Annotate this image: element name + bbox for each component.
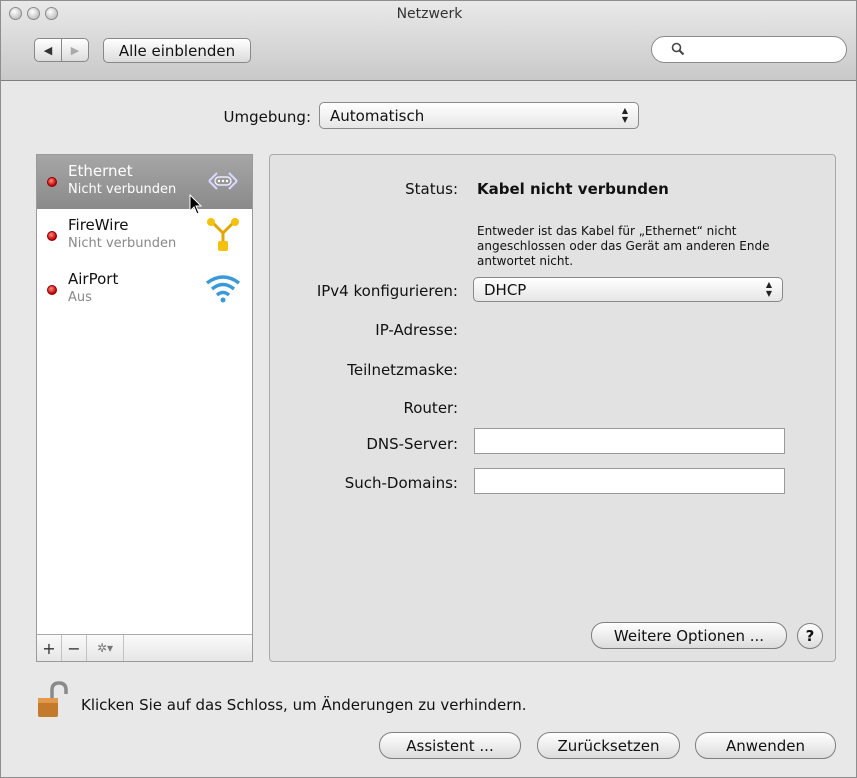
ip-address-label: IP-Adresse: — [375, 321, 458, 339]
back-arrow-icon: ◀ — [43, 43, 53, 57]
wifi-icon — [205, 275, 241, 303]
forward-button[interactable]: ▶ — [61, 38, 89, 62]
show-all-button[interactable]: Alle einblenden — [103, 38, 251, 63]
ipv4-value: DHCP — [484, 281, 527, 299]
dns-server-field[interactable] — [474, 428, 785, 454]
service-status: Aus — [68, 290, 92, 305]
assistant-button[interactable]: Assistent ... — [379, 732, 521, 759]
service-item-firewire[interactable]: FireWire Nicht verbunden — [37, 209, 252, 263]
remove-service-button[interactable]: − — [62, 635, 87, 661]
status-value: Kabel nicht verbunden — [477, 180, 669, 198]
apply-button[interactable]: Anwenden — [695, 732, 836, 759]
ethernet-icon — [208, 172, 238, 190]
router-label: Router: — [403, 399, 459, 417]
service-list: Ethernet Nicht verbunden FireWire Nicht … — [36, 154, 253, 662]
forward-arrow-icon: ▶ — [70, 43, 80, 57]
location-label: Umgebung: — [223, 108, 311, 126]
service-name: AirPort — [68, 270, 119, 288]
action-menu-button[interactable]: ✲▾ — [87, 635, 124, 661]
minus-icon: − — [67, 638, 81, 658]
service-item-ethernet[interactable]: Ethernet Nicht verbunden — [37, 155, 252, 209]
dns-server-label: DNS-Server: — [366, 435, 458, 453]
service-list-toolbar: + − ✲▾ — [37, 634, 252, 661]
gear-icon: ✲▾ — [96, 641, 114, 655]
search-field[interactable] — [651, 36, 847, 63]
revert-button[interactable]: Zurücksetzen — [537, 732, 680, 759]
service-status: Nicht verbunden — [68, 182, 177, 197]
add-service-button[interactable]: + — [37, 635, 62, 661]
firewire-icon — [207, 218, 239, 251]
status-dot-icon — [47, 231, 57, 241]
location-select[interactable]: Automatisch ▲ ▼ — [319, 102, 639, 129]
lock-message: Klicken Sie auf das Schloss, um Änderung… — [81, 696, 527, 714]
location-value: Automatisch — [330, 107, 425, 125]
service-name: FireWire — [68, 216, 129, 234]
ipv4-configure-select[interactable]: DHCP ▲ ▼ — [473, 277, 783, 302]
search-domains-label: Such-Domains: — [344, 474, 458, 492]
status-label: Status: — [405, 180, 458, 198]
ipv4-label: IPv4 konfigurieren: — [316, 282, 458, 300]
mouse-cursor-icon — [189, 194, 203, 215]
service-item-airport[interactable]: AirPort Aus — [37, 263, 252, 317]
back-button[interactable]: ◀ — [34, 38, 62, 62]
lock-icon[interactable] — [36, 681, 70, 719]
more-options-button[interactable]: Weitere Optionen ... — [591, 622, 787, 649]
status-dot-icon — [47, 177, 57, 187]
search-icon — [671, 42, 685, 56]
title-bar: Netzwerk ◀ ▶ Alle einblenden — [1, 1, 856, 81]
status-description: Entweder ist das Kabel für „Ethernet“ ni… — [477, 224, 770, 268]
popup-arrows-icon: ▲ ▼ — [765, 280, 773, 298]
popup-arrows-icon: ▲ ▼ — [621, 106, 629, 124]
subnet-mask-label: Teilnetzmaske: — [347, 361, 458, 379]
window-title: Netzwerk — [396, 6, 463, 22]
network-preferences-window: Netzwerk ◀ ▶ Alle einblenden Umgebung: A… — [0, 0, 857, 778]
plus-icon: + — [42, 638, 56, 658]
status-dot-icon — [47, 285, 57, 295]
service-detail-panel: Status: Kabel nicht verbunden Entweder i… — [269, 154, 836, 662]
service-name: Ethernet — [68, 162, 133, 180]
question-mark-icon: ? — [805, 627, 815, 645]
service-status: Nicht verbunden — [68, 236, 177, 251]
search-domains-field[interactable] — [474, 468, 785, 494]
help-button[interactable]: ? — [797, 623, 823, 649]
